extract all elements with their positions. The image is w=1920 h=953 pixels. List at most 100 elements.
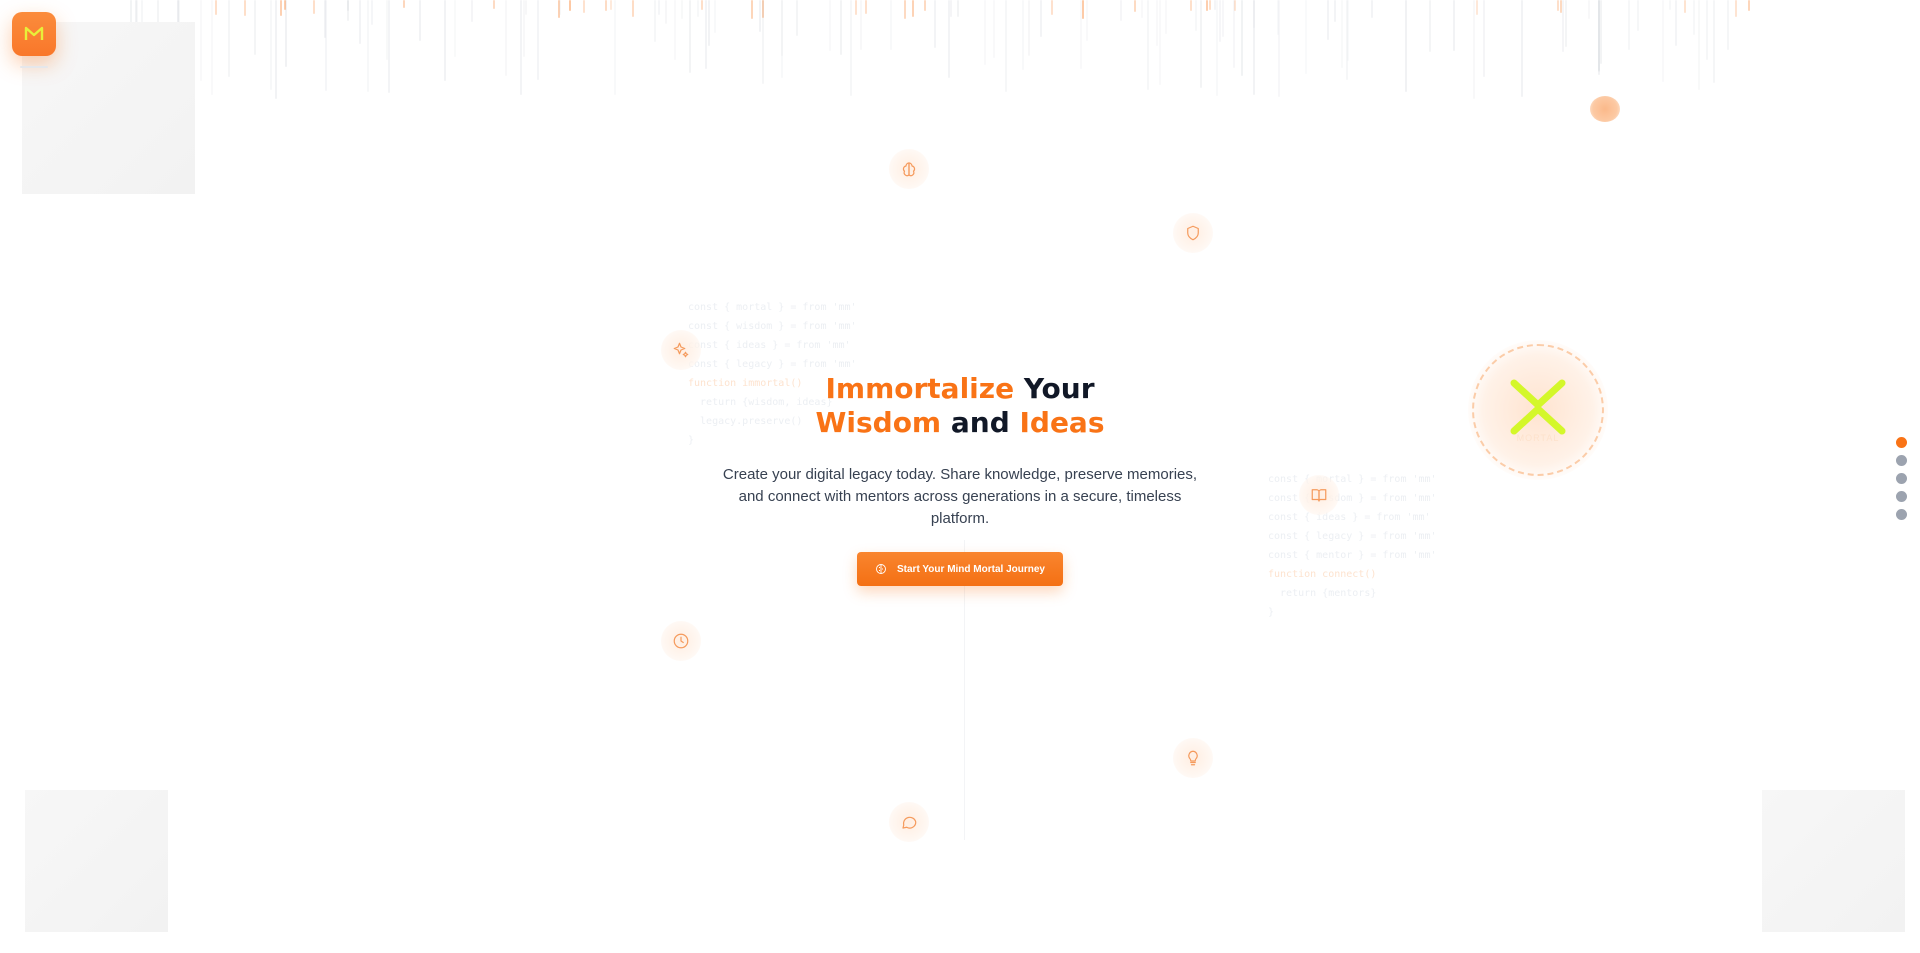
decorative-streak (654, 0, 657, 43)
decorative-streak (1253, 0, 1256, 96)
decorative-streak (215, 0, 218, 15)
decorative-streak (631, 0, 634, 17)
decorative-streak (1080, 0, 1083, 70)
decorative-streak (537, 0, 540, 81)
decorative-streak (1747, 0, 1750, 12)
decorative-streak (1027, 0, 1030, 57)
decorative-streak (505, 0, 508, 76)
decorative-streak (1305, 0, 1308, 74)
decorative-streak (904, 0, 907, 19)
decorative-streak (367, 0, 370, 92)
decorative-streak (1598, 0, 1601, 75)
brain-icon (902, 162, 916, 177)
section-dot-1[interactable] (1896, 437, 1907, 448)
decorative-streak (1081, 0, 1084, 20)
decorative-streak (1346, 0, 1349, 62)
m-logo-icon (24, 26, 44, 40)
decorative-streak (854, 0, 857, 16)
decorative-streak (1278, 0, 1281, 97)
decorative-streak (1637, 0, 1640, 31)
logo-button[interactable] (12, 12, 56, 56)
badge-label: MORTAL (1516, 433, 1560, 443)
decorative-streak (1675, 0, 1678, 47)
decorative-streak (1050, 0, 1053, 15)
floating-shield-bubble (1173, 213, 1213, 253)
decorative-streak (1668, 0, 1671, 11)
decorative-streak (568, 0, 571, 12)
decorative-streak (492, 0, 495, 9)
decorative-streak (829, 0, 831, 52)
decorative-streak (1208, 0, 1211, 10)
decorative-streak (254, 0, 257, 55)
decorative-streak (1214, 0, 1217, 11)
decorative-streak (1140, 0, 1143, 18)
decorative-streak (312, 0, 315, 14)
decorative-streak (444, 0, 447, 81)
section-dot-2[interactable] (1896, 455, 1907, 466)
decorative-streak (1086, 0, 1089, 42)
decorative-streak (269, 0, 272, 90)
decorative-streak (704, 0, 707, 70)
ghost-panel-bottom-left (25, 790, 168, 932)
decorative-streak (613, 0, 616, 96)
section-dot-4[interactable] (1896, 491, 1907, 502)
section-dot-5[interactable] (1896, 509, 1907, 520)
clock-icon (673, 633, 689, 649)
decorative-streak (781, 0, 784, 56)
decorative-streak (211, 0, 214, 95)
decorative-streak (471, 0, 474, 23)
decorative-streak (950, 0, 953, 18)
hero-title: Immortalize Your Wisdom and Ideas (660, 372, 1260, 440)
lightbulb-icon (1188, 750, 1198, 766)
decorative-streak (1205, 0, 1208, 11)
brain-icon (876, 564, 886, 574)
section-dot-3[interactable] (1896, 473, 1907, 484)
decorative-streak (1483, 0, 1486, 78)
decorative-streak (1158, 0, 1161, 85)
hero-subtitle: Create your digital legacy today. Share … (722, 466, 1198, 527)
decorative-streak (1004, 0, 1007, 92)
decorative-streak (762, 0, 765, 85)
decorative-streak (1133, 0, 1136, 13)
decorative-streak (984, 0, 987, 65)
start-journey-button[interactable]: Start Your Mind Mortal Journey (857, 552, 1063, 586)
mortal-badge: MORTAL (1472, 344, 1604, 476)
decorative-streak (609, 0, 612, 11)
decorative-streak (680, 0, 683, 20)
message-circle-icon (902, 816, 917, 829)
floating-message-bubble (889, 802, 929, 842)
decorative-streak (1698, 0, 1701, 91)
decorative-streak (1475, 0, 1478, 15)
decorative-streak (1726, 0, 1729, 51)
decorative-streak (1119, 0, 1122, 21)
decorative-streak (992, 0, 995, 58)
decorative-streak (1216, 0, 1219, 97)
decorative-streak (701, 0, 704, 11)
title-word-and: and (950, 406, 1010, 439)
decorative-streak (1326, 0, 1329, 41)
decorative-streak (665, 0, 668, 24)
title-word-ideas: Ideas (1019, 406, 1105, 439)
decorative-streak (1039, 0, 1042, 37)
decorative-streak (403, 0, 406, 9)
decorative-streak (1234, 0, 1237, 12)
decorative-code-block-right: const { mortal } = from 'mm' const { wis… (1268, 474, 1437, 618)
decorative-streak (523, 0, 526, 57)
decorative-streak (1190, 0, 1193, 11)
decorative-streak (758, 0, 761, 33)
decorative-streak (1692, 0, 1695, 35)
decorative-streak (860, 0, 863, 50)
decorative-streak (454, 0, 457, 58)
decorative-streak (244, 0, 247, 17)
decorative-streak (1340, 0, 1343, 68)
decorative-streak (1218, 0, 1221, 43)
decorative-streak (912, 0, 915, 17)
decorative-streak (604, 0, 607, 11)
decorative-streak (948, 0, 951, 79)
decorative-streak (1559, 0, 1562, 14)
decorative-streak (370, 0, 373, 26)
decorative-streak (1221, 0, 1224, 37)
decorative-streak (849, 0, 852, 96)
decorative-streak (324, 0, 327, 38)
decorative-streak (1684, 0, 1687, 14)
